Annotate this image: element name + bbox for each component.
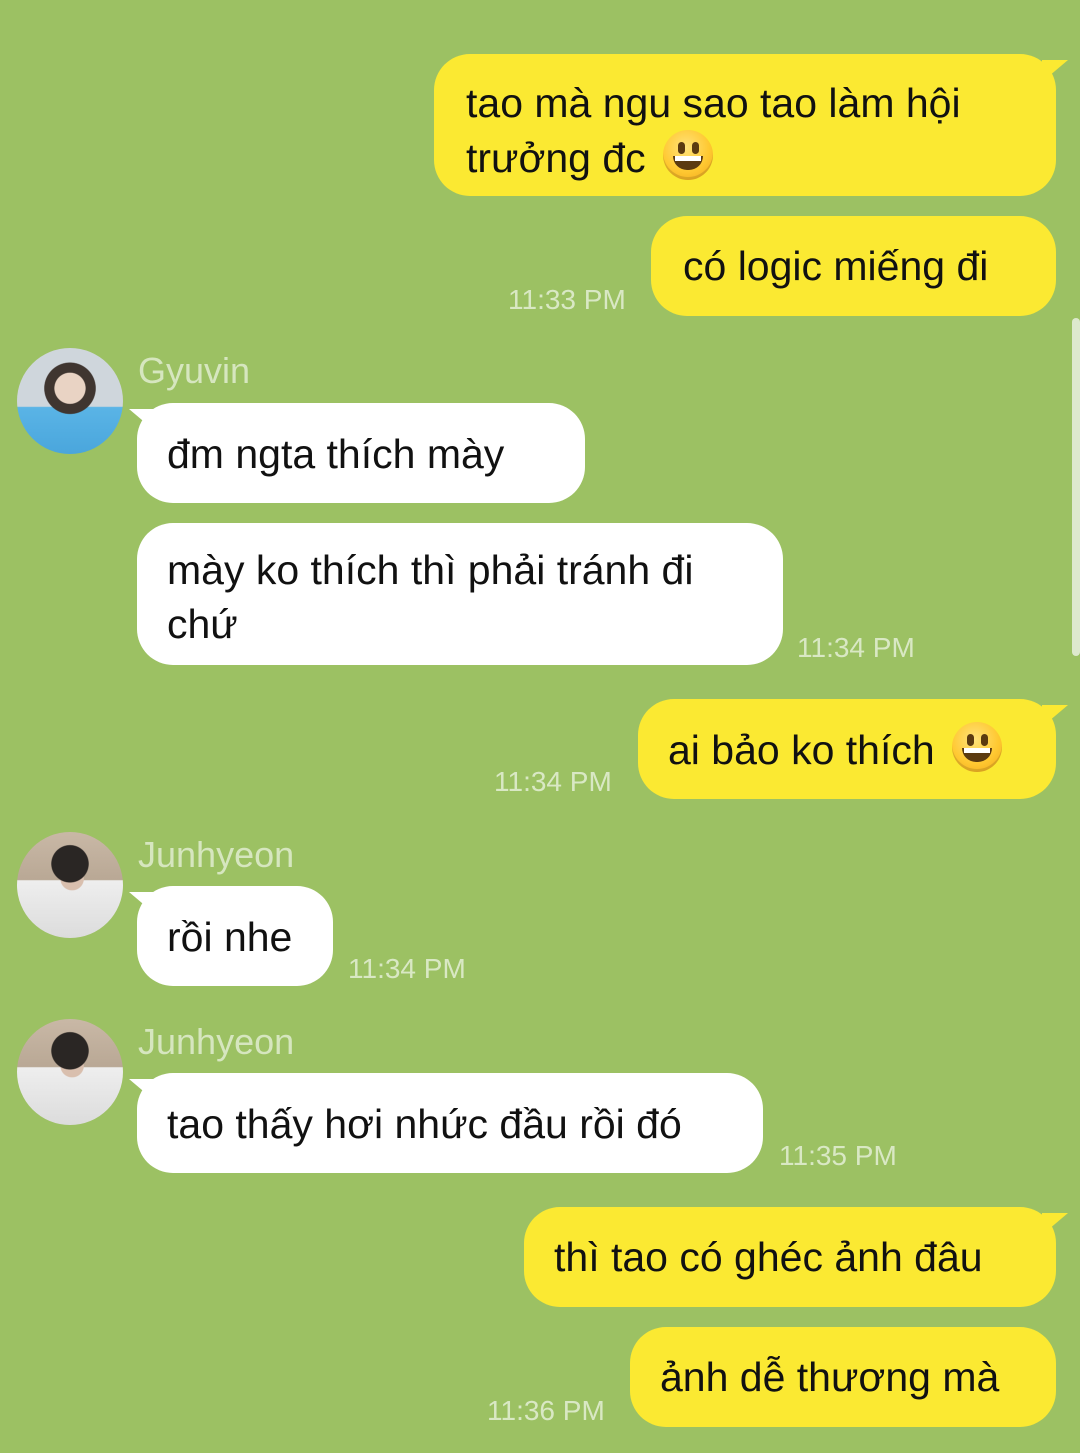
- message-text: thì tao có ghéc ảnh đâu: [554, 1234, 983, 1280]
- avatar-gyuvin[interactable]: [17, 348, 123, 454]
- message-text: mày ko thích thì phải tránh đi chứ: [167, 547, 694, 647]
- outgoing-message[interactable]: ai bảo ko thích: [638, 699, 1056, 799]
- avatar-junhyeon[interactable]: [17, 1019, 123, 1125]
- message-text: ai bảo ko thích: [668, 727, 935, 773]
- message-timestamp: 11:36 PM: [487, 1395, 605, 1426]
- bubble-tail: [1042, 1213, 1068, 1235]
- message-timestamp: 11:33 PM: [508, 284, 626, 315]
- message-text: đm ngta thích mày: [167, 431, 505, 477]
- message-timestamp: 11:34 PM: [348, 953, 466, 984]
- sender-name: Junhyeon: [138, 834, 295, 875]
- message-text: tao mà ngu sao tao làm hội trưởng đc: [466, 80, 961, 181]
- message-text: tao thấy hơi nhức đầu rồi đó: [167, 1101, 682, 1147]
- avatar-junhyeon[interactable]: [17, 832, 123, 938]
- message-text: có logic miếng đi: [683, 243, 989, 289]
- scrollbar[interactable]: [1072, 318, 1080, 656]
- sender-name: Junhyeon: [138, 1021, 295, 1062]
- outgoing-message[interactable]: ảnh dễ thương mà: [630, 1327, 1056, 1427]
- outgoing-message[interactable]: thì tao có ghéc ảnh đâu: [524, 1207, 1056, 1307]
- message-timestamp: 11:34 PM: [797, 632, 915, 663]
- incoming-message[interactable]: đm ngta thích mày: [137, 403, 585, 503]
- incoming-message[interactable]: mày ko thích thì phải tránh đi chứ: [137, 523, 783, 665]
- grinning-face-emoji: [952, 722, 1003, 772]
- incoming-message[interactable]: rồi nhe: [137, 886, 333, 986]
- sender-name: Gyuvin: [138, 350, 251, 391]
- message-text: rồi nhe: [167, 914, 293, 960]
- incoming-message[interactable]: tao thấy hơi nhức đầu rồi đó: [137, 1073, 763, 1173]
- message-timestamp: 11:34 PM: [494, 766, 612, 797]
- outgoing-message[interactable]: tao mà ngu sao tao làm hội trưởng đc: [434, 54, 1056, 196]
- message-timestamp: 11:35 PM: [779, 1140, 897, 1171]
- outgoing-message[interactable]: có logic miếng đi: [651, 216, 1056, 316]
- grinning-face-emoji: [663, 130, 714, 180]
- message-text: ảnh dễ thương mà: [660, 1354, 1000, 1400]
